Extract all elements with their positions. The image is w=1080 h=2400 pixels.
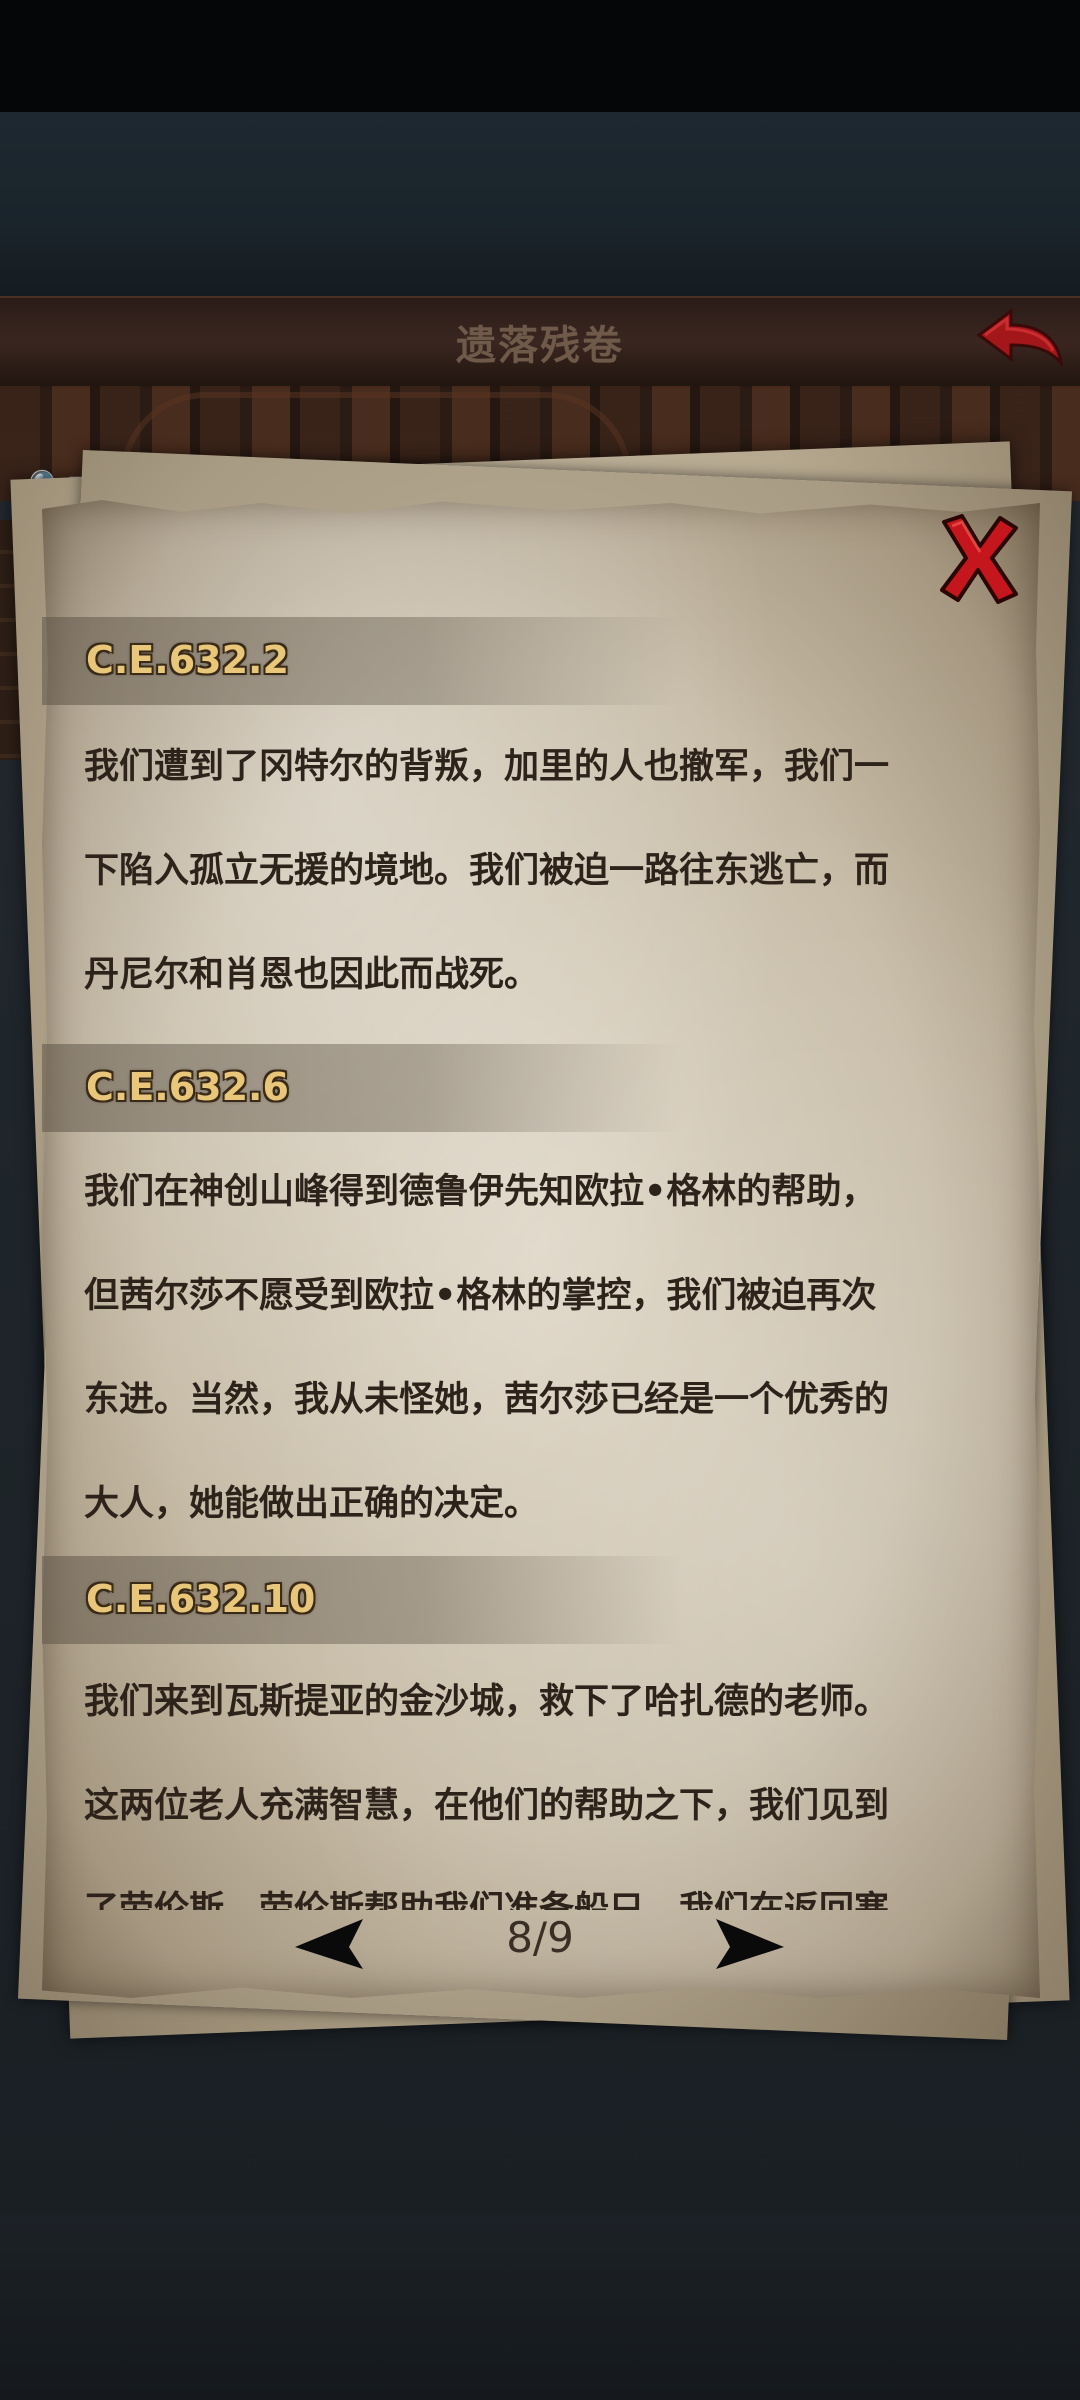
entry-line: 这两位老人充满智慧，在他们的帮助之下，我们见到	[84, 1786, 890, 1826]
entry-line: 大人，她能做出正确的决定。	[84, 1484, 540, 1524]
entry-text: 我们来到瓦斯提亚的金沙城，救下了哈扎德的老师。 这两位老人充满智慧，在他们的帮助…	[84, 1650, 989, 1910]
entry-date: C.E.632.10	[86, 1577, 316, 1621]
prev-page-button[interactable]	[293, 1915, 365, 1973]
entry-line: 了劳伦斯。劳伦斯帮助我们准备船只，我们在返回塞	[84, 1890, 890, 1910]
entry-text: 我们遭到了冈特尔的背叛，加里的人也撤军，我们一 下陷入孤立无援的境地。我们被迫一…	[84, 715, 989, 1027]
close-x-icon	[940, 514, 1018, 604]
status-bar-area	[0, 0, 1080, 112]
entry-line: 东进。当然，我从未怪她，茜尔莎已经是一个优秀的	[84, 1380, 890, 1420]
entry-text: 我们在神创山峰得到德鲁伊先知欧拉•格林的帮助， 但茜尔莎不愿受到欧拉•格林的掌控…	[84, 1140, 989, 1556]
entry-line: 我们在神创山峰得到德鲁伊先知欧拉•格林的帮助，	[84, 1172, 877, 1212]
background-bottom	[0, 2215, 1080, 2400]
page-title: 遗落残卷	[456, 323, 624, 369]
screen: 遗落残卷 🔍文 C.E.632.2 我们遭到了冈特尔的背叛，加里的人也撤军，我们…	[0, 0, 1080, 2400]
close-button[interactable]	[938, 512, 1020, 604]
page-indicator: 8/9	[506, 1913, 574, 1962]
entry-date: C.E.632.6	[86, 1065, 289, 1109]
next-page-button[interactable]	[714, 1915, 786, 1973]
entry-line: 我们遭到了冈特尔的背叛，加里的人也撤军，我们一	[84, 747, 890, 787]
entry-line: 下陷入孤立无援的境地。我们被迫一路往东逃亡，而	[84, 851, 890, 891]
entry-line: 我们来到瓦斯提亚的金沙城，救下了哈扎德的老师。	[84, 1682, 890, 1722]
back-arrow-icon	[976, 308, 1064, 368]
background-upper	[0, 112, 1080, 300]
next-arrow-icon	[716, 1919, 784, 1969]
entry-line: 但茜尔莎不愿受到欧拉•格林的掌控，我们被迫再次	[84, 1276, 877, 1316]
entry-date: C.E.632.2	[86, 638, 289, 682]
back-button[interactable]	[975, 305, 1065, 375]
prev-arrow-icon	[295, 1919, 363, 1969]
entry-line: 丹尼尔和肖恩也因此而战死。	[84, 955, 540, 995]
